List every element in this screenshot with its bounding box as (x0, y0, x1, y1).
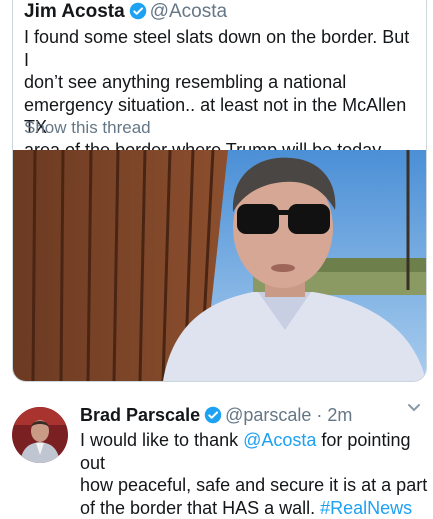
chevron-down-icon[interactable] (407, 400, 421, 418)
tweet-header: Brad Parscale @parscale · 2m (80, 405, 352, 429)
avatar[interactable] (12, 407, 68, 463)
author-handle[interactable]: @parscale (225, 405, 311, 425)
quoted-author-name[interactable]: Jim Acosta (24, 1, 125, 22)
separator-dot: · (316, 405, 322, 425)
quoted-text-line: don’t see anything resembling a national (24, 71, 419, 94)
quoted-text-line: I found some steel slats down on the bor… (24, 26, 419, 71)
video-thumbnail[interactable] (13, 150, 426, 381)
verified-badge-icon (129, 2, 147, 26)
quoted-tweet-header: Jim Acosta @Acosta (24, 1, 227, 26)
quoted-tweet-card[interactable]: Jim Acosta @Acosta I found some steel sla… (12, 0, 427, 382)
tweet-text: I would like to thank @Acosta for pointi… (80, 429, 430, 519)
hashtag-link[interactable]: #RealNews (320, 498, 412, 518)
timestamp[interactable]: 2m (327, 405, 352, 425)
author-name[interactable]: Brad Parscale (80, 405, 200, 425)
tweet-text-line: I would like to thank @Acosta for pointi… (80, 429, 430, 474)
verified-badge-icon (204, 406, 222, 429)
mention-link[interactable]: @Acosta (243, 430, 316, 450)
quoted-tweet-text: I found some steel slats down on the bor… (24, 26, 419, 161)
text-segment: of the border that HAS a wall. (80, 498, 320, 518)
quoted-author-handle[interactable]: @Acosta (150, 1, 227, 22)
text-segment: I would like to thank (80, 430, 243, 450)
tweet-text-line: how peaceful, safe and secure it is at a… (80, 474, 430, 497)
tweet[interactable]: Brad Parscale @parscale · 2m I would like… (0, 392, 433, 500)
show-thread-link[interactable]: Show this thread (24, 118, 151, 138)
